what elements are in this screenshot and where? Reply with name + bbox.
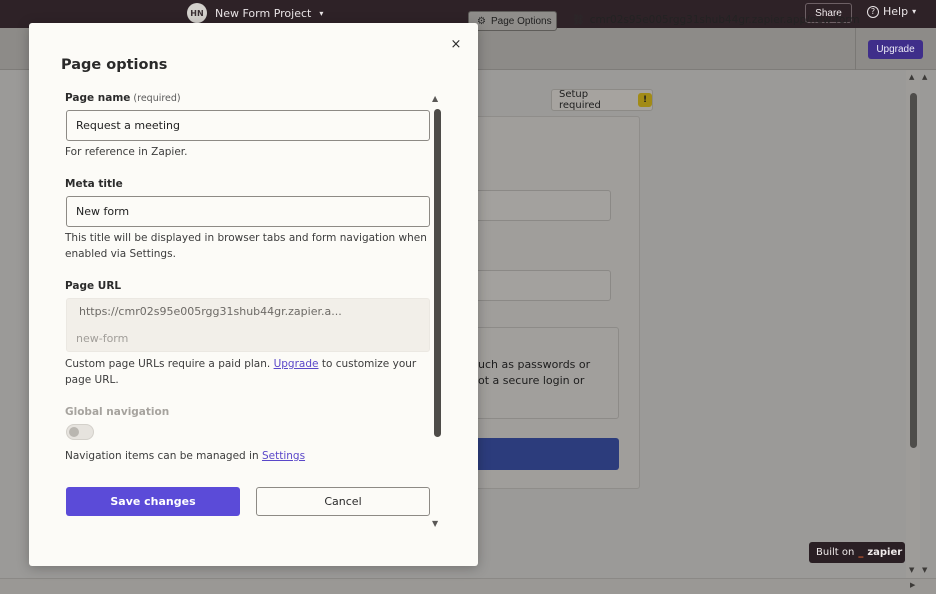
scroll-right-icon[interactable]: ▶ <box>910 582 915 589</box>
project-switcher[interactable]: HN New Form Project ▾ <box>187 3 323 23</box>
upgrade-link[interactable]: Upgrade <box>274 358 319 370</box>
page-url-text: cmr02s95e005rgg31shub44gr.zapier.app/new… <box>589 14 860 26</box>
scroll-up-icon[interactable]: ▲ <box>432 95 438 103</box>
page-options-label: Page Options <box>490 15 552 27</box>
built-on-label: Built on <box>816 547 855 558</box>
help-menu[interactable]: ? Help ▾ <box>867 5 916 18</box>
page-name-help: For reference in Zapier. <box>65 146 188 158</box>
page-url-field: https://cmr02s95e005rgg31shub44gr.zapier… <box>66 298 430 352</box>
project-name: New Form Project <box>215 6 312 20</box>
setup-required-badge[interactable]: Setup required ! <box>551 89 653 111</box>
meta-title-help: This title will be displayed in browser … <box>65 232 427 260</box>
setup-required-label: Setup required <box>559 89 601 111</box>
navigation-help: Navigation items can be managed in Setti… <box>65 448 430 464</box>
zapier-logo: zapier <box>867 547 903 558</box>
page-url-label: Page URL <box>65 280 122 292</box>
page-url-help: Custom page URLs require a paid plan. Up… <box>65 356 430 388</box>
scroll-down-icon[interactable]: ▼ <box>909 567 914 574</box>
warning-icon: ! <box>638 93 652 107</box>
modal-title: Page options <box>61 57 168 73</box>
required-indicator: (required) <box>133 93 181 104</box>
scroll-up-icon[interactable]: ▲ <box>909 74 914 81</box>
built-on-zapier-badge[interactable]: Built on _ zapier <box>809 542 905 563</box>
modal-scrollbar-thumb[interactable] <box>434 109 441 437</box>
settings-link[interactable]: Settings <box>262 450 305 462</box>
meta-title-input[interactable] <box>66 196 430 227</box>
help-label: Help <box>883 5 909 18</box>
save-changes-button[interactable]: Save changes <box>66 487 240 516</box>
link-icon: ⛓ <box>572 14 585 26</box>
page-url-help-text: Custom page URLs require a paid plan. <box>65 358 271 370</box>
meta-title-label: Meta title <box>65 178 123 190</box>
close-icon[interactable]: × <box>448 36 464 52</box>
chevron-down-icon: ▾ <box>319 8 324 18</box>
page-options-modal: Page options × Page name(required) For r… <box>29 23 478 566</box>
toggle-knob <box>69 427 79 437</box>
gear-icon: ⚙ <box>477 15 486 27</box>
help-icon: ? <box>867 5 879 18</box>
global-navigation-toggle[interactable] <box>66 424 94 440</box>
page-name-label-text: Page name <box>65 92 131 104</box>
toolbar-divider <box>855 28 856 70</box>
page-name-input[interactable] <box>66 110 430 141</box>
page-url-slug-input: new-form <box>76 332 129 345</box>
user-avatar: HN <box>187 3 207 23</box>
page-url-prefix: https://cmr02s95e005rgg31shub44gr.zapier… <box>79 305 342 318</box>
upgrade-button[interactable]: Upgrade <box>868 40 923 59</box>
zapier-logo-dash: _ <box>858 547 864 558</box>
scroll-up-icon[interactable]: ▲ <box>922 74 927 81</box>
page-options-button[interactable]: ⚙ Page Options <box>468 11 557 31</box>
navigation-help-text: Navigation items can be managed in <box>65 450 259 462</box>
page-name-label: Page name (required) <box>65 92 181 104</box>
form-preview-notice-text: ot a secure login or <box>478 374 585 387</box>
page-horizontal-scrollbar[interactable] <box>0 578 936 594</box>
form-preview-notice-text: uch as passwords or <box>478 358 591 371</box>
page-scrollbar-thumb[interactable] <box>910 93 917 448</box>
chevron-down-icon: ▾ <box>912 7 917 16</box>
page-url-link[interactable]: ⛓ cmr02s95e005rgg31shub44gr.zapier.app/n… <box>572 14 860 26</box>
scroll-down-icon[interactable]: ▼ <box>432 520 438 528</box>
scroll-down-icon[interactable]: ▼ <box>922 567 927 574</box>
cancel-button[interactable]: Cancel <box>256 487 430 516</box>
global-navigation-label: Global navigation <box>65 406 170 418</box>
